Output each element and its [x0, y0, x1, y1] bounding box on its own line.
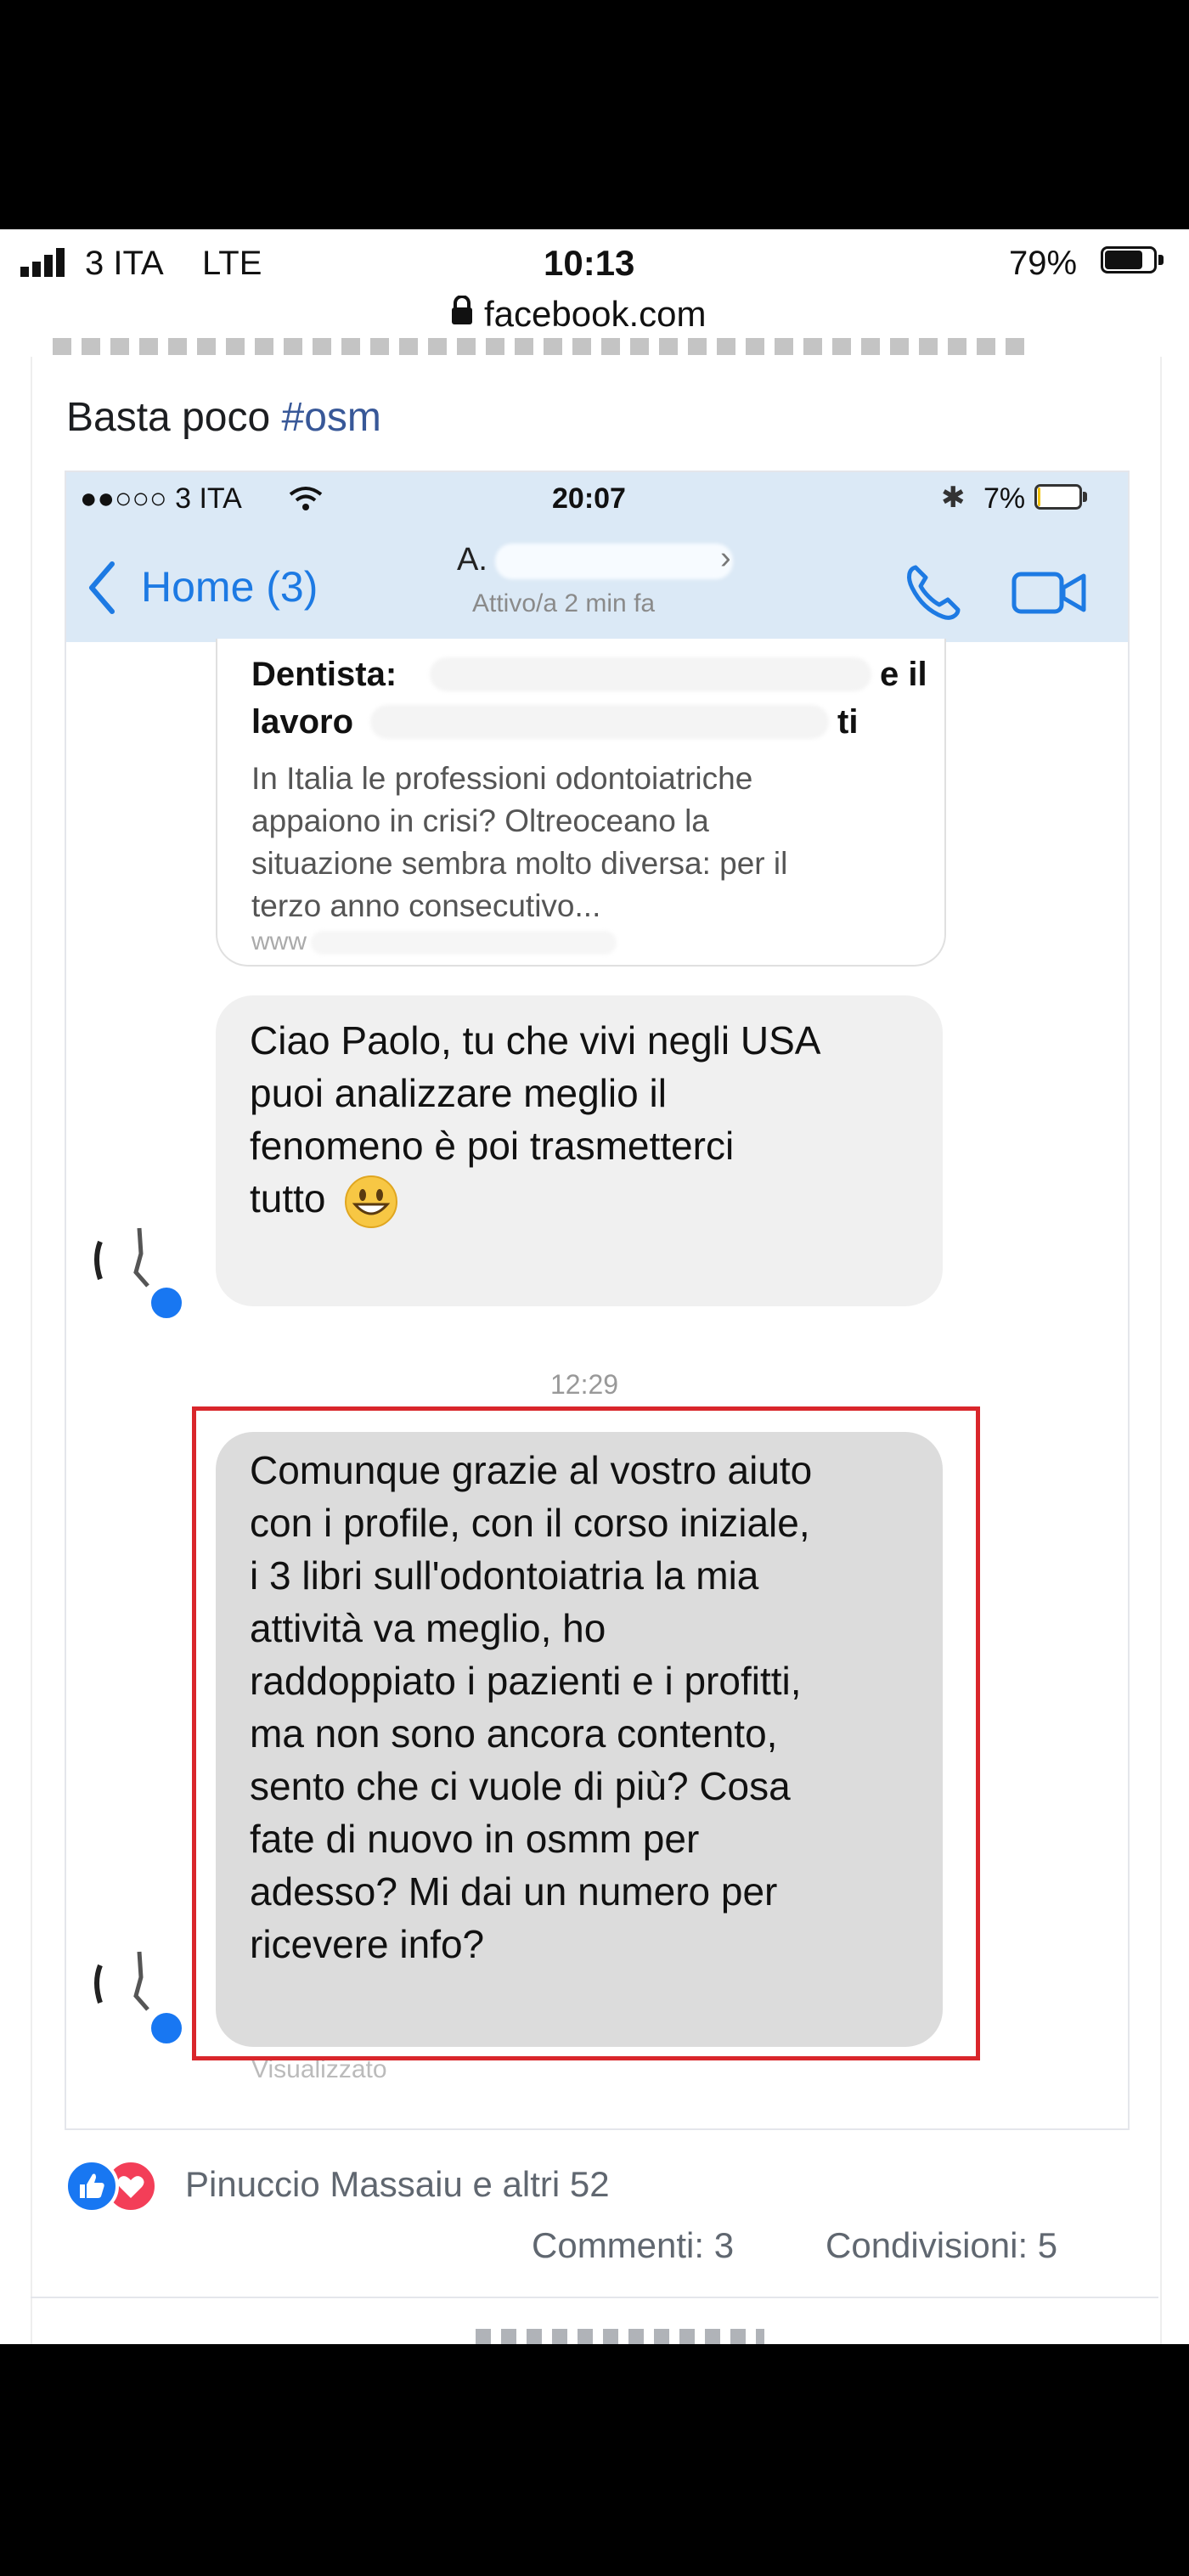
contact-chevron-icon[interactable]: ›	[720, 540, 731, 577]
link-preview-card[interactable]: Dentista: e il lavoro ti In Italia le pr…	[216, 639, 946, 967]
messenger-screenshot[interactable]: ●●○○○ 3 ITA 20:07 ✱ 7% Home (3) A. › Att…	[65, 471, 1130, 2130]
divider	[31, 2297, 1158, 2298]
post-text-body: Basta poco	[66, 395, 282, 440]
link-title-line-1-end: e il	[880, 656, 927, 693]
shares-count[interactable]: Condivisioni: 5	[826, 2225, 1057, 2266]
mobile-screen: 3 ITA LTE 10:13 79% facebook.com Basta p…	[0, 229, 1189, 2344]
clock: 10:13	[544, 243, 635, 283]
action-bar-cropped[interactable]	[476, 2327, 764, 2344]
messenger-badge-icon	[148, 1284, 185, 1322]
cropped-text-line	[53, 338, 1029, 364]
link-url: www	[251, 927, 307, 955]
messenger-header: ●●○○○ 3 ITA 20:07 ✱ 7% Home (3) A. › Att…	[66, 472, 1128, 642]
redaction-mark	[430, 657, 871, 691]
carrier-label: 3 ITA	[85, 245, 164, 282]
link-title-line-2-end: ti	[837, 703, 859, 741]
wifi-icon	[289, 487, 323, 510]
video-call-icon[interactable]	[1011, 569, 1089, 617]
messenger-badge-icon	[148, 2010, 185, 2047]
inner-battery-icon	[1034, 484, 1089, 511]
network-label: LTE	[202, 245, 262, 282]
avatar[interactable]	[85, 1220, 163, 1298]
post-text: Basta poco #osm	[66, 394, 381, 441]
link-title-line-2: lavoro	[251, 703, 354, 741]
avatar[interactable]	[85, 1943, 163, 2021]
inner-clock: 20:07	[552, 482, 626, 515]
contact-name[interactable]: A.	[457, 542, 487, 578]
back-chevron-icon[interactable]	[87, 561, 117, 615]
redaction-mark	[495, 544, 733, 579]
link-title-line-1: Dentista:	[251, 656, 397, 693]
redaction-mark	[311, 931, 617, 955]
address-bar-url[interactable]: facebook.com	[484, 294, 706, 335]
redaction-mark	[370, 705, 829, 739]
comments-count[interactable]: Commenti: 3	[532, 2225, 734, 2266]
back-button-label[interactable]: Home (3)	[141, 562, 318, 612]
lock-icon	[452, 296, 472, 324]
signal-icon	[20, 248, 65, 277]
highlight-box	[192, 1406, 980, 2060]
message-bubble[interactable]: Ciao Paolo, tu che vivi negli USA puoi a…	[216, 995, 943, 1306]
link-description: In Italia le professioni odontoiatriche …	[251, 761, 788, 923]
battery-percent: 79%	[1009, 245, 1078, 282]
bluetooth-icon: ✱	[941, 482, 966, 514]
contact-status: Attivo/a 2 min fa	[472, 589, 656, 617]
reactions-summary[interactable]: Pinuccio Massaiu e altri 52	[185, 2164, 610, 2205]
like-icon[interactable]	[65, 2159, 119, 2213]
hashtag-link[interactable]: #osm	[282, 395, 381, 440]
timestamp: 12:29	[550, 1369, 619, 1400]
inner-battery-percent: 7%	[983, 482, 1026, 515]
smiling-face-emoji-icon	[345, 1175, 398, 1228]
battery-icon	[1101, 246, 1165, 277]
inner-carrier: ●●○○○ 3 ITA	[80, 482, 242, 515]
phone-call-icon[interactable]	[904, 561, 965, 622]
message-text: Ciao Paolo, tu che vivi negli USA puoi a…	[250, 1014, 820, 1230]
